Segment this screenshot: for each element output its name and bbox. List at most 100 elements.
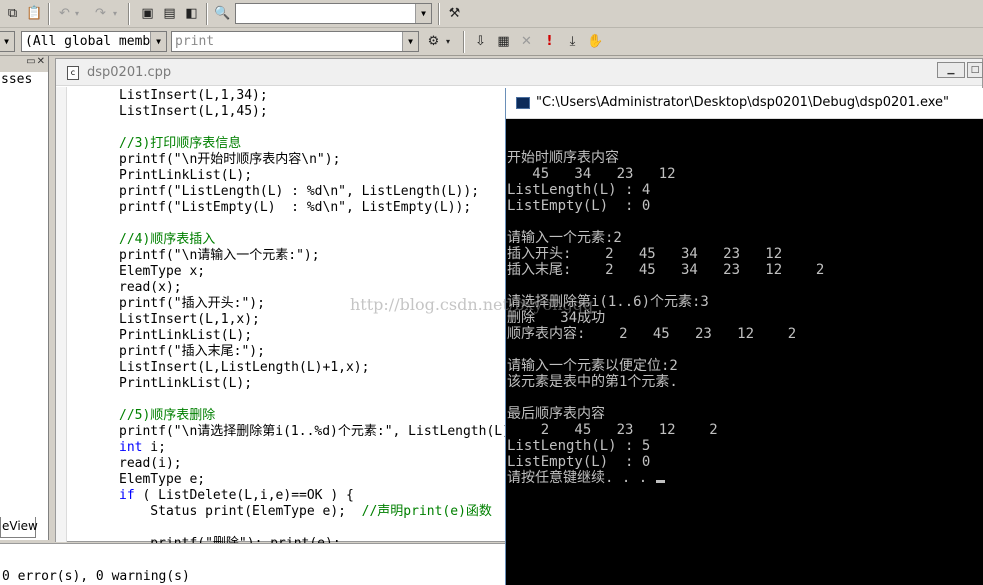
code-line[interactable]: printf("\n请选择删除第i(1..%d)个元素:", ListLengt… <box>119 424 526 440</box>
code-line[interactable]: ElemType e; <box>119 472 526 488</box>
console-window[interactable]: "C:\Users\Administrator\Desktop\dsp0201\… <box>505 88 983 585</box>
code-text: printf("\n请输入一个元素:"); <box>119 248 320 263</box>
redo-dropdown-icon[interactable]: ▾ <box>110 3 120 24</box>
code-line[interactable] <box>119 216 526 232</box>
code-text: PrintLinkList(L); <box>119 168 253 183</box>
chevron-down-icon[interactable]: ▼ <box>415 4 431 23</box>
scope-combo[interactable]: ▼ <box>0 31 15 52</box>
console-line: ListLength(L) : 4 <box>507 182 651 198</box>
window-list-icon[interactable]: ◧ <box>181 3 202 24</box>
code-line[interactable]: ListInsert(L,1,x); <box>119 312 526 328</box>
toolbar-separator <box>128 3 130 25</box>
code-line[interactable]: printf("\n开始时顺序表内容\n"); <box>119 152 526 168</box>
class-filter-value: (All global members <box>25 34 167 49</box>
wizard-action-icon[interactable]: ⚙ <box>423 31 444 52</box>
build-result-text: 0 error(s), 0 warning(s) <box>2 569 190 584</box>
paste-icon[interactable]: 📋 <box>24 3 45 24</box>
code-line[interactable]: //4)顺序表插入 <box>119 232 526 248</box>
code-line[interactable]: printf("ListLength(L) : %d\n", ListLengt… <box>119 184 526 200</box>
search-combo[interactable]: ▼ <box>235 3 432 24</box>
breakpoint-hand-icon[interactable]: ✋ <box>585 31 606 52</box>
toolbar-separator <box>463 31 465 53</box>
wizard-bar: ▼ (All global members ▼ print ▼ ⚙ ▾ ⇩ ▦ … <box>0 28 983 56</box>
code-text: ( ListDelete(L,i,e)==OK ) { <box>134 488 354 503</box>
chevron-down-icon[interactable]: ▼ <box>150 32 166 51</box>
code-text: i; <box>142 440 166 455</box>
toolbar-separator <box>206 3 208 25</box>
maximize-icon[interactable]: □ <box>967 62 983 78</box>
class-tree-item[interactable]: sses <box>0 72 48 87</box>
pane-controls: ▭✕ <box>0 56 48 72</box>
console-line: 2 45 23 12 2 <box>507 422 718 438</box>
pane-minimize-icon[interactable]: ▭ <box>26 56 36 67</box>
undo-dropdown-icon[interactable]: ▾ <box>72 3 82 24</box>
code-line[interactable]: PrintLinkList(L); <box>119 328 526 344</box>
code-line[interactable]: if ( ListDelete(L,i,e)==OK ) { <box>119 488 526 504</box>
execute-icon[interactable]: ! <box>539 31 560 52</box>
code-keyword: if <box>119 488 135 503</box>
editor-window-controls: ▁ □ <box>937 62 983 82</box>
code-text: ElemType e; <box>119 472 206 487</box>
workspace-icon[interactable]: ▣ <box>137 3 158 24</box>
code-line[interactable]: printf("\n请输入一个元素:"); <box>119 248 526 264</box>
code-text: printf("插入末尾:"); <box>119 344 265 359</box>
code-line[interactable]: int i; <box>119 440 526 456</box>
compile-icon[interactable]: ⇩ <box>470 31 491 52</box>
chevron-down-icon[interactable]: ▼ <box>402 32 418 51</box>
code-line[interactable]: read(i); <box>119 456 526 472</box>
class-filter-combo[interactable]: (All global members ▼ <box>21 31 167 52</box>
code-line[interactable]: read(x); <box>119 280 526 296</box>
minimize-icon[interactable]: ▁ <box>937 62 965 78</box>
code-area[interactable]: ListInsert(L,1,34); ListInsert(L,1,45); /… <box>119 88 526 552</box>
code-line[interactable]: printf("ListEmpty(L) : %d\n", ListEmpty(… <box>119 200 526 216</box>
code-line[interactable] <box>119 120 526 136</box>
console-line: 请按任意键继续. . . <box>507 470 824 486</box>
code-line[interactable]: ListInsert(L,1,34); <box>119 88 526 104</box>
code-comment: //5)顺序表删除 <box>119 408 216 423</box>
code-line[interactable]: ListInsert(L,ListLength(L)+1,x); <box>119 360 526 376</box>
standard-toolbar: ⧉ 📋 ↶ ▾ ↷ ▾ ▣ ▤ ◧ 🔍 ▼ ⚒ <box>0 0 983 28</box>
wizard-action-dropdown-icon[interactable]: ▾ <box>443 31 453 52</box>
code-text: ListInsert(L,ListLength(L)+1,x); <box>119 360 370 375</box>
console-cursor <box>655 480 665 483</box>
find-in-files-icon[interactable]: 🔍 <box>212 3 233 24</box>
code-line[interactable]: printf("插入末尾:"); <box>119 344 526 360</box>
tab-file-view[interactable]: eView <box>0 517 38 538</box>
output-window-icon[interactable]: ▤ <box>159 3 180 24</box>
code-text: ListInsert(L,1,45); <box>119 104 268 119</box>
code-line[interactable]: //3)打印顺序表信息 <box>119 136 526 152</box>
console-line: 请输入一个元素以便定位:2 <box>507 358 678 374</box>
code-line[interactable] <box>119 520 526 536</box>
console-line: ListEmpty(L) : 0 <box>507 454 651 470</box>
code-line[interactable]: ListInsert(L,1,45); <box>119 104 526 120</box>
code-line[interactable]: //5)顺序表删除 <box>119 408 526 424</box>
find-icon[interactable]: ⚒ <box>444 3 465 24</box>
copy-icon[interactable]: ⧉ <box>2 3 23 24</box>
code-line[interactable]: Status print(ElemType e); //声明print(e)函数 <box>119 504 526 520</box>
code-line[interactable]: ElemType x; <box>119 264 526 280</box>
console-line: 插入开头: 2 45 34 23 12 <box>507 246 783 262</box>
pane-close-icon[interactable]: ✕ <box>37 56 46 67</box>
build-icon[interactable]: ▦ <box>493 31 514 52</box>
code-text: printf("ListLength(L) : %d\n", ListLengt… <box>119 184 480 199</box>
code-line[interactable] <box>119 392 526 408</box>
redo-icon[interactable]: ↷ <box>90 3 111 24</box>
stop-build-icon[interactable]: ✕ <box>516 31 537 52</box>
chevron-down-icon[interactable]: ▼ <box>0 32 14 51</box>
console-line: 删除 34成功 <box>507 310 606 326</box>
console-titlebar[interactable]: "C:\Users\Administrator\Desktop\dsp0201\… <box>506 88 983 119</box>
console-line: 顺序表内容: 2 45 23 12 2 <box>507 326 797 342</box>
member-filter-combo[interactable]: print ▼ <box>171 31 419 52</box>
code-line[interactable]: PrintLinkList(L); <box>119 168 526 184</box>
code-line[interactable]: PrintLinkList(L); <box>119 376 526 392</box>
console-output: 开始时顺序表内容 45 34 23 12 ListLength(L) : 4 Lis… <box>507 134 824 486</box>
code-line[interactable]: printf("插入开头:"); <box>119 296 526 312</box>
cpp-file-icon: c <box>67 66 79 80</box>
go-icon[interactable]: ⤓ <box>562 31 583 52</box>
console-line: ListLength(L) : 5 <box>507 438 651 454</box>
